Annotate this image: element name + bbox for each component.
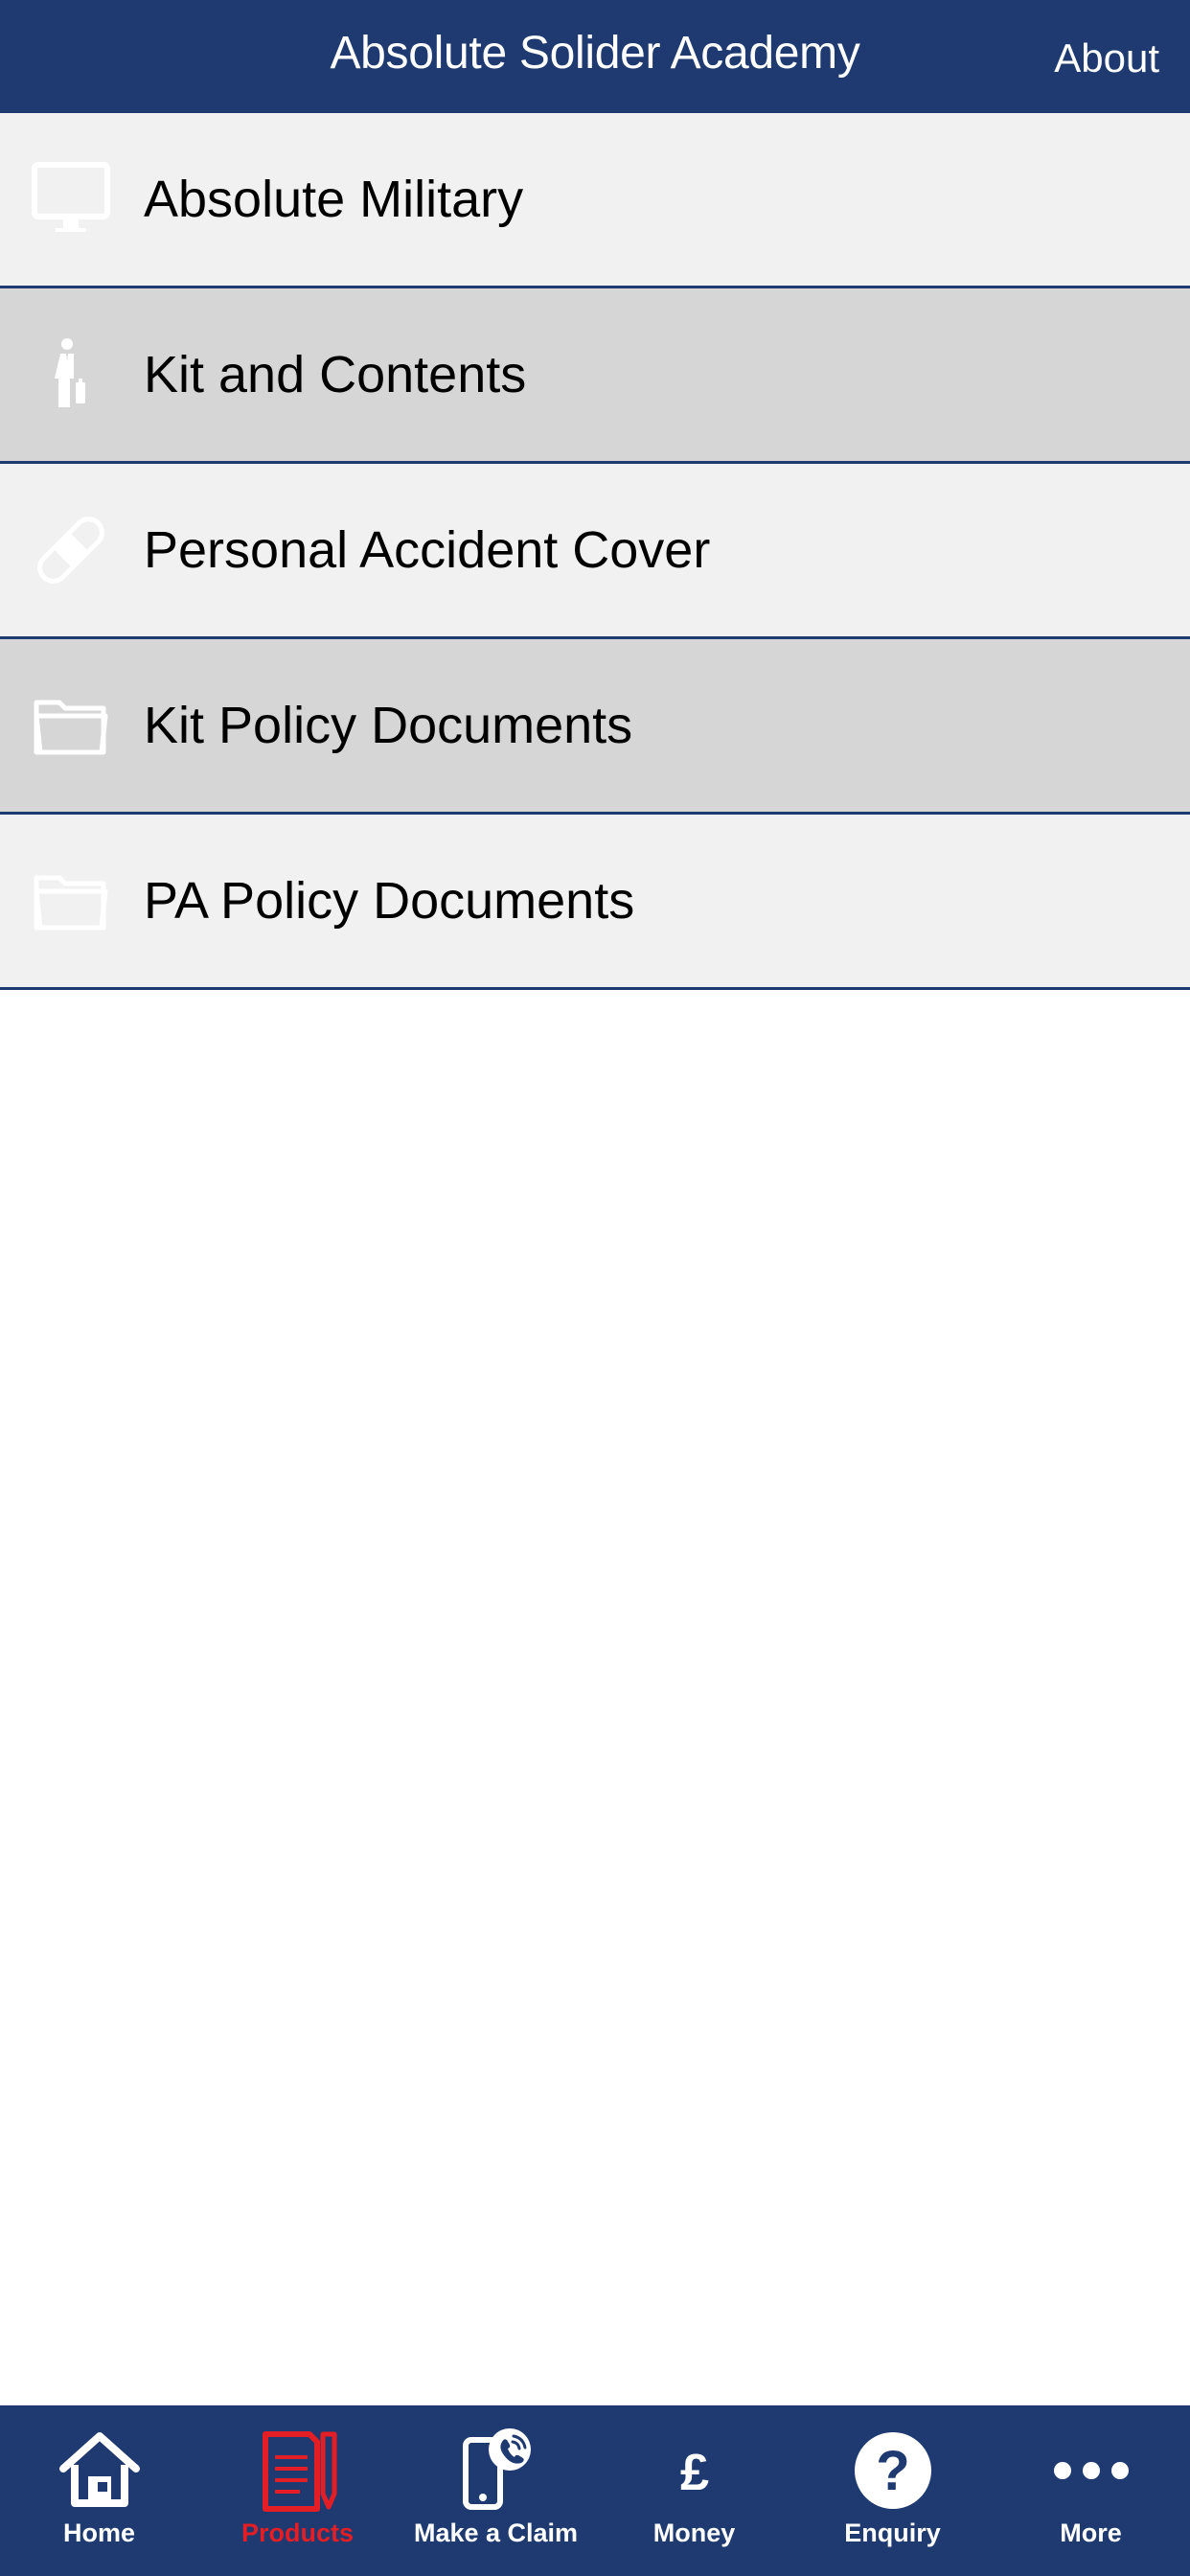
tab-label: Enquiry: [844, 2518, 941, 2547]
nav-header: Absolute Solider Academy About: [0, 0, 1190, 113]
tab-label: Make a Claim: [413, 2518, 579, 2547]
folder-icon: [31, 861, 111, 941]
list-item-kit-policy-documents[interactable]: Kit Policy Documents: [0, 639, 1190, 815]
list-item-absolute-military[interactable]: Absolute Military: [0, 113, 1190, 288]
bandage-icon: [31, 510, 111, 590]
app-screen: Absolute Solider Academy About Absolute …: [0, 0, 1190, 2576]
question-icon: ?: [847, 2425, 939, 2517]
tab-money[interactable]: £ Money: [595, 2405, 793, 2576]
person-with-luggage-icon: [31, 334, 111, 415]
bottom-tab-bar: Home Products Make a Claim £ Money ? Enq…: [0, 2405, 1190, 2576]
tab-products[interactable]: Products: [198, 2405, 397, 2576]
tab-label: Home: [62, 2518, 135, 2547]
tab-enquiry[interactable]: ? Enquiry: [793, 2405, 992, 2576]
more-dots-icon: [1045, 2425, 1137, 2517]
list-item-label: Absolute Military: [144, 171, 524, 228]
list-item-label: Kit Policy Documents: [144, 697, 633, 754]
list-item-label: Kit and Contents: [144, 346, 527, 403]
svg-text:?: ?: [876, 2440, 909, 2502]
list-item-pa-policy-documents[interactable]: PA Policy Documents: [0, 815, 1190, 990]
tab-more[interactable]: More: [992, 2405, 1190, 2576]
list-item-personal-accident-cover[interactable]: Personal Accident Cover: [0, 464, 1190, 639]
tab-label: Money: [652, 2518, 736, 2547]
monitor-icon: [31, 159, 111, 240]
folder-icon: [31, 685, 111, 766]
home-icon: [54, 2425, 146, 2517]
tab-label: More: [1060, 2518, 1122, 2547]
about-button[interactable]: About: [1054, 0, 1159, 113]
list-item-label: Personal Accident Cover: [144, 521, 711, 579]
page-title: Absolute Solider Academy: [330, 28, 860, 79]
pound-icon: £: [649, 2425, 741, 2517]
tab-home[interactable]: Home: [0, 2405, 198, 2576]
phone-call-icon: [450, 2425, 542, 2517]
document-pencil-icon: [252, 2425, 344, 2517]
product-list: Absolute Military Kit and Contents Perso…: [0, 113, 1190, 990]
list-item-label: PA Policy Documents: [144, 872, 635, 930]
svg-text:£: £: [679, 2444, 708, 2501]
tab-make-a-claim[interactable]: Make a Claim: [397, 2405, 595, 2576]
list-item-kit-and-contents[interactable]: Kit and Contents: [0, 288, 1190, 464]
tab-label: Products: [240, 2518, 355, 2547]
